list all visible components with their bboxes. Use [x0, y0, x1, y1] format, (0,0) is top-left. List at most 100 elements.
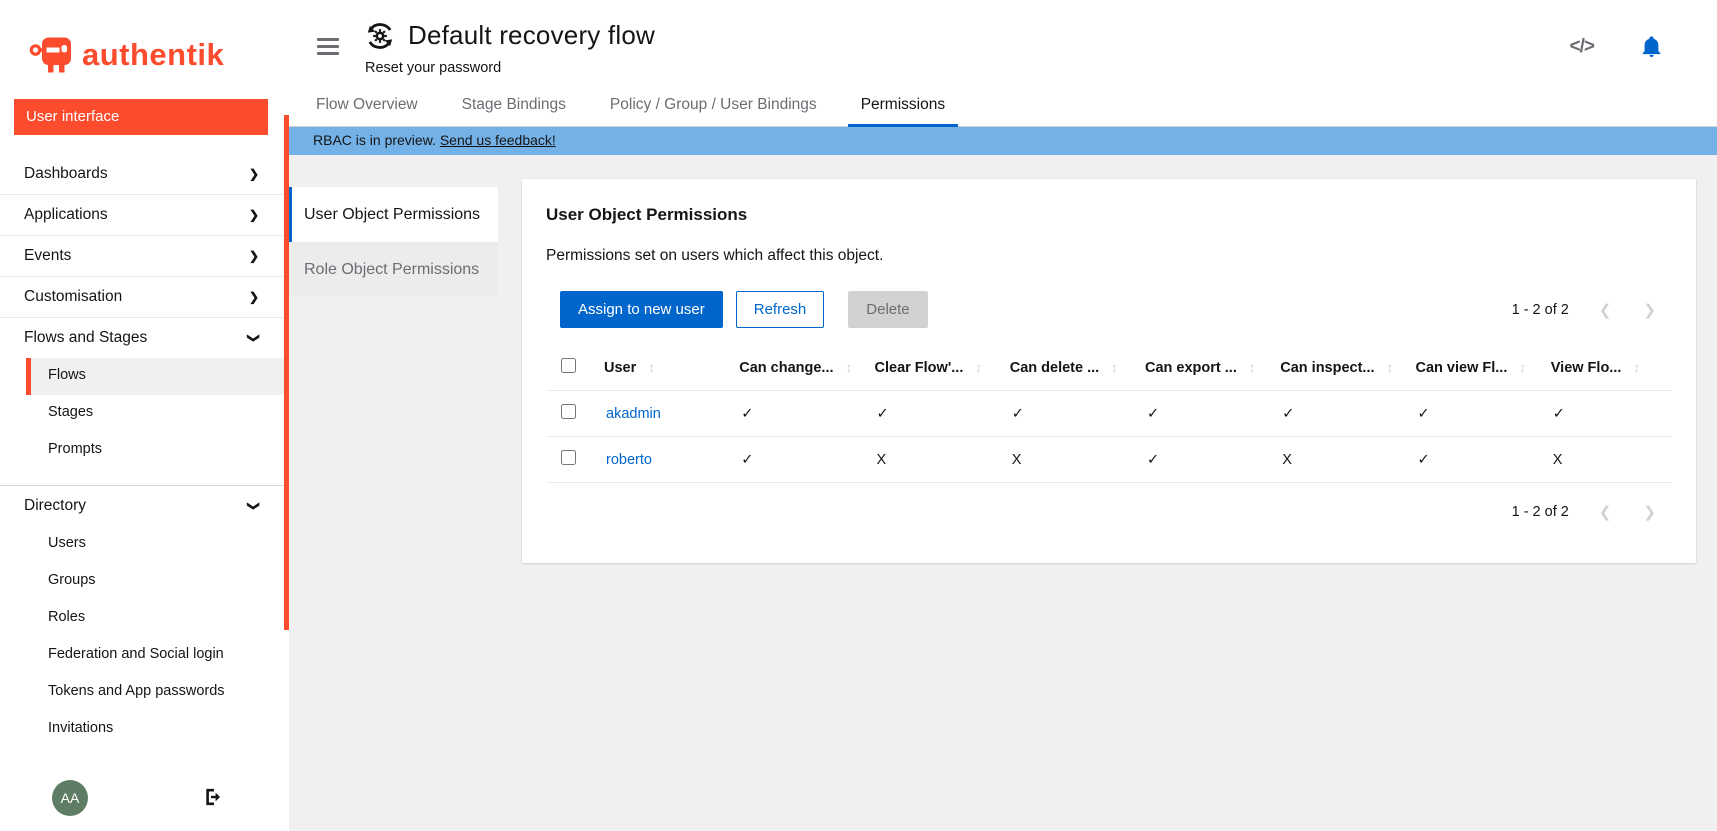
- permission-cell: ✓: [1402, 437, 1537, 483]
- column-header-label: View Flo...: [1551, 360, 1622, 376]
- pagination-next-button[interactable]: ❯: [1627, 301, 1672, 319]
- column-header-label: Clear Flow'...: [875, 360, 964, 376]
- bell-icon: [1640, 34, 1663, 59]
- tab-stage-bindings[interactable]: Stage Bindings: [449, 90, 579, 126]
- assign-to-new-user-button[interactable]: Assign to new user: [560, 291, 723, 328]
- sidebar-item-prompts[interactable]: Prompts: [26, 432, 289, 469]
- row-select-cell: [546, 391, 590, 437]
- permission-cell: ✓: [1266, 391, 1401, 437]
- logout-button[interactable]: [203, 787, 223, 807]
- title-block: Default recovery flow Reset your passwor…: [365, 20, 655, 76]
- sort-icon: ↕: [1519, 360, 1526, 375]
- menu-toggle-button[interactable]: [317, 38, 339, 59]
- user-link[interactable]: akadmin: [606, 406, 661, 422]
- sidebar-item-invitations[interactable]: Invitations: [26, 711, 289, 748]
- brand-logo[interactable]: authentik: [0, 0, 289, 85]
- select-all-checkbox[interactable]: [561, 358, 576, 373]
- permission-cell: ✓: [1537, 391, 1672, 437]
- sidebar-item-label: Flows and Stages: [24, 329, 147, 347]
- sidebar: authentik User interface Dashboards ❯ Appl…: [0, 0, 289, 831]
- permission-cell: ✓: [996, 391, 1131, 437]
- permissions-table: User↕Can change...↕Clear Flow'...↕Can de…: [546, 348, 1672, 483]
- table-header-row: User↕Can change...↕Clear Flow'...↕Can de…: [546, 348, 1672, 391]
- delete-button[interactable]: Delete: [848, 291, 927, 328]
- tab-permissions[interactable]: Permissions: [848, 90, 958, 126]
- refresh-button[interactable]: Refresh: [736, 291, 825, 328]
- column-header-can-delete[interactable]: Can delete ... ↕: [996, 348, 1131, 391]
- sidebar-item-federation-and-social-login[interactable]: Federation and Social login: [26, 637, 289, 674]
- sidebar-item-groups[interactable]: Groups: [26, 563, 289, 600]
- column-header-label: Can inspect...: [1280, 360, 1374, 376]
- sort-icon: ↕: [648, 360, 655, 375]
- sort-icon: ↕: [975, 360, 982, 375]
- column-header-view-flo[interactable]: View Flo... ↕: [1537, 348, 1672, 391]
- user-interface-banner[interactable]: User interface: [14, 99, 268, 135]
- column-header-can-change[interactable]: Can change... ↕: [725, 348, 860, 391]
- pagination-bottom: 1 - 2 of 2 ❮ ❯: [546, 503, 1672, 521]
- tab-bar: Flow Overview Stage Bindings Policy / Grou…: [289, 76, 1717, 127]
- side-tab-user-object-permissions[interactable]: User Object Permissions: [289, 187, 498, 242]
- column-header-clear-flow[interactable]: Clear Flow'... ↕: [861, 348, 996, 391]
- flow-process-icon: [365, 22, 395, 50]
- tab-policy-group-user-bindings[interactable]: Policy / Group / User Bindings: [597, 90, 830, 126]
- sidebar-item-label: Dashboards: [24, 165, 108, 183]
- chevron-down-icon: ❯: [247, 333, 261, 343]
- sidebar-item-users[interactable]: Users: [26, 526, 289, 563]
- table-row: roberto✓XX✓X✓X: [546, 437, 1672, 483]
- sidebar-item-label: Applications: [24, 206, 108, 224]
- sidebar-item-dashboards[interactable]: Dashboards ❯: [0, 154, 289, 194]
- side-tab-role-object-permissions[interactable]: Role Object Permissions: [289, 242, 498, 297]
- pagination-prev-button[interactable]: ❮: [1583, 503, 1628, 521]
- column-header-label: Can change...: [739, 360, 833, 376]
- column-header-can-inspect[interactable]: Can inspect... ↕: [1266, 348, 1401, 391]
- sidebar-item-tokens-and-app-passwords[interactable]: Tokens and App passwords: [26, 674, 289, 711]
- permission-cell: X: [1537, 437, 1672, 483]
- permission-cell: X: [861, 437, 996, 483]
- tab-flow-overview[interactable]: Flow Overview: [303, 90, 431, 126]
- pagination-next-button[interactable]: ❯: [1627, 503, 1672, 521]
- row-checkbox[interactable]: [561, 404, 576, 419]
- sign-out-icon: [203, 787, 223, 807]
- sidebar-item-events[interactable]: Events❯: [0, 236, 289, 276]
- side-tabs: User Object PermissionsRole Object Permi…: [289, 155, 498, 297]
- permission-cell: ✓: [725, 391, 860, 437]
- user-cell: akadmin: [590, 391, 725, 437]
- row-checkbox[interactable]: [561, 450, 576, 465]
- column-header-label: Can delete ...: [1010, 360, 1099, 376]
- sort-icon: ↕: [1387, 360, 1394, 375]
- avatar[interactable]: AA: [52, 780, 88, 816]
- main-area: Default recovery flow Reset your passwor…: [289, 0, 1717, 831]
- sidebar-item-customisation[interactable]: Customisation❯: [0, 277, 289, 317]
- api-drawer-icon[interactable]: </>: [1564, 35, 1600, 59]
- feedback-link[interactable]: Send us feedback!: [440, 132, 556, 148]
- sidebar-item-roles[interactable]: Roles: [26, 600, 289, 637]
- permission-cell: ✓: [861, 391, 996, 437]
- sidebar-footer: AA: [0, 780, 289, 820]
- banner-text: RBAC is in preview.: [313, 132, 436, 148]
- chevron-right-icon: ❯: [249, 290, 259, 304]
- pagination-label: 1 - 2 of 2: [1512, 504, 1569, 520]
- sidebar-item-directory[interactable]: Directory❯: [0, 486, 289, 526]
- chevron-right-icon: ❯: [249, 167, 259, 181]
- user-link[interactable]: roberto: [606, 452, 652, 468]
- column-header-can-export[interactable]: Can export ...↕: [1131, 348, 1266, 391]
- column-header-user[interactable]: User↕: [590, 348, 725, 391]
- header-actions: </>: [1564, 20, 1687, 59]
- sort-icon: ↕: [1633, 360, 1640, 375]
- sort-icon: ↕: [846, 360, 853, 375]
- sort-icon: ↕: [1111, 360, 1118, 375]
- select-all-cell: [546, 348, 590, 391]
- sidebar-item-label: Events: [24, 247, 71, 265]
- column-header-can-view-fl[interactable]: Can view Fl...↕: [1402, 348, 1537, 391]
- permissions-table-wrap: User↕Can change...↕Clear Flow'...↕Can de…: [546, 348, 1672, 483]
- sidebar-item-applications[interactable]: Applications❯: [0, 195, 289, 235]
- sidebar-scrollbar-thumb[interactable]: [284, 115, 289, 630]
- sidebar-item-stages[interactable]: Stages: [26, 395, 289, 432]
- pagination-prev-button[interactable]: ❮: [1583, 301, 1628, 319]
- sidebar-item-flows-and-stages[interactable]: Flows and Stages ❯: [0, 318, 289, 358]
- sidebar-item-flows[interactable]: Flows: [26, 358, 289, 395]
- permission-cell: ✓: [1402, 391, 1537, 437]
- notifications-button[interactable]: [1640, 34, 1663, 59]
- user-cell: roberto: [590, 437, 725, 483]
- authentik-key-icon: [28, 34, 74, 76]
